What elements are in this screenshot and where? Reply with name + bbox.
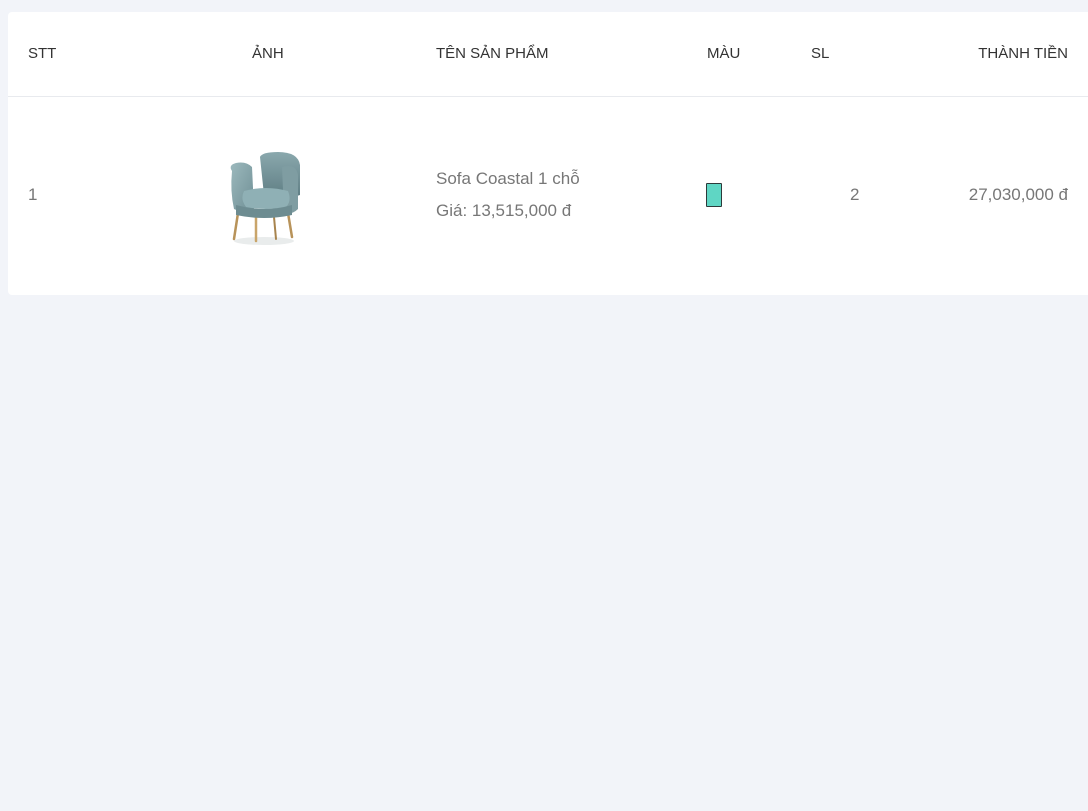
header-image: ẢNH — [252, 45, 284, 62]
row-total: 27,030,000 đ — [968, 185, 1068, 204]
table-row: 1 Sofa Coastal 1 chỗ Giá: 13,515,000 đ 2… — [8, 97, 1088, 295]
color-swatch — [706, 183, 722, 207]
cart-table: STT ẢNH TÊN SẢN PHẨM MÀU SL THÀNH TIỀN 1 — [8, 12, 1088, 295]
header-quantity: SL — [811, 45, 830, 62]
header-total: THÀNH TIỀN — [978, 45, 1068, 62]
armchair-image[interactable] — [226, 151, 300, 247]
header-stt: STT — [28, 45, 57, 62]
product-name[interactable]: Sofa Coastal 1 chỗ — [436, 169, 580, 189]
row-quantity: 2 — [850, 185, 860, 204]
product-price: Giá: 13,515,000 đ — [436, 201, 572, 220]
table-header: STT ẢNH TÊN SẢN PHẨM MÀU SL THÀNH TIỀN — [8, 12, 1088, 97]
header-color: MÀU — [707, 45, 741, 62]
header-product-name: TÊN SẢN PHẨM — [436, 45, 549, 62]
row-stt: 1 — [28, 185, 38, 204]
